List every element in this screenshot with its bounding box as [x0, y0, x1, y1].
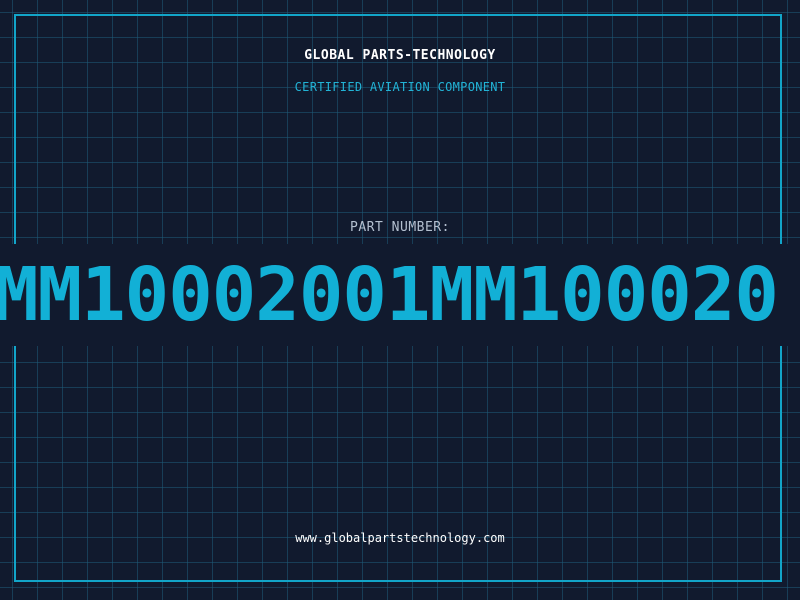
label-canvas: GLOBAL PARTS-TECHNOLOGY CERTIFIED AVIATI…: [0, 0, 800, 600]
certification-subtitle: CERTIFIED AVIATION COMPONENT: [294, 80, 506, 94]
part-number-label: PART NUMBER:: [350, 220, 450, 235]
website-url: www.globalpartstechnology.com: [295, 531, 505, 545]
brand-title: GLOBAL PARTS-TECHNOLOGY: [304, 48, 496, 63]
part-number-value: MM10002001MM100020: [0, 252, 779, 338]
